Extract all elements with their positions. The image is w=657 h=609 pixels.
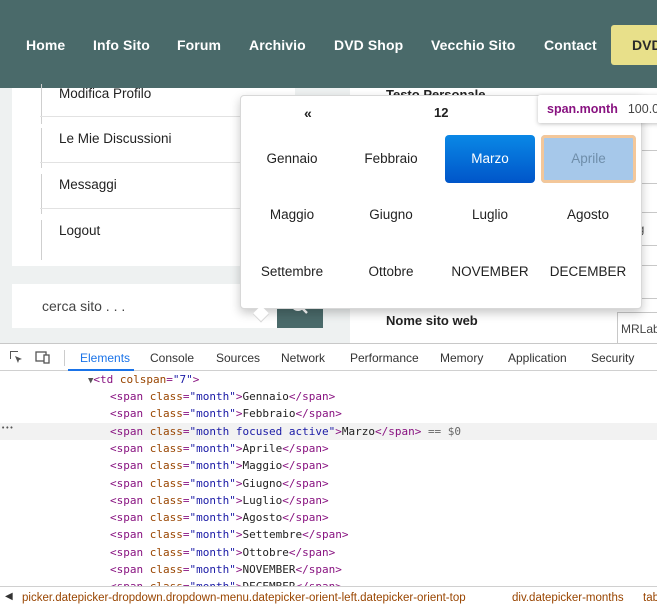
nav-archivio[interactable]: Archivio <box>249 37 306 53</box>
menu-label: Messaggi <box>59 177 117 192</box>
website-input[interactable]: MRLab <box>617 312 657 346</box>
month-giugno[interactable]: Giugno <box>346 191 436 239</box>
breadcrumb-datepicker[interactable]: picker.datepicker-dropdown.dropdown-menu… <box>22 592 466 604</box>
menu-label: Logout <box>59 223 101 238</box>
month-november[interactable]: NOVEMBER <box>445 248 535 296</box>
node-text: Febbraio <box>242 407 296 421</box>
node-text: Luglio <box>242 493 283 507</box>
tab-security[interactable]: Security <box>591 351 634 365</box>
month-december[interactable]: DECEMBER <box>543 248 633 296</box>
month-gennaio[interactable]: Gennaio <box>247 135 337 183</box>
dom-node-span[interactable]: <span class="month">Giugno</span> <box>0 475 657 492</box>
device-toggle-icon[interactable] <box>35 349 51 365</box>
month-aprile[interactable]: Aprile <box>541 135 636 183</box>
nav-dvd-button[interactable]: DVD <box>611 25 657 65</box>
class-value: "month" <box>189 511 236 525</box>
selected-node-note: == $0 <box>427 424 462 438</box>
dom-node-span[interactable]: <span class="month">Settembre</span> <box>0 526 657 543</box>
nav-info-sito[interactable]: Info Sito <box>93 37 150 53</box>
top-navbar: Home Info Sito Forum Archivio DVD Shop V… <box>0 0 657 88</box>
node-text: Ottobre <box>242 545 289 559</box>
month-settembre[interactable]: Settembre <box>247 248 337 296</box>
datepicker-switch[interactable]: 12 <box>434 105 448 120</box>
breadcrumb-datepicker-months[interactable]: div.datepicker-months <box>512 592 624 604</box>
menu-label: Modifica Profilo <box>59 86 152 101</box>
dom-node-span[interactable]: <span class="month">Agosto</span> <box>0 509 657 526</box>
node-text: Marzo <box>341 424 375 438</box>
devtools-toolbar: Elements Console Sources Network Perform… <box>0 343 657 371</box>
dom-node-td[interactable]: ▼<td colspan="7"> <box>0 371 657 388</box>
class-value: "month" <box>189 545 236 559</box>
menu-item-modifica-profilo[interactable]: Modifica Profilo <box>41 84 151 124</box>
class-value: "month" <box>189 493 236 507</box>
toolbar-separator <box>64 350 65 366</box>
class-value: "month" <box>189 476 236 490</box>
menu-item-logout[interactable]: Logout <box>41 220 100 260</box>
inspect-element-icon[interactable] <box>8 349 24 365</box>
elements-tree[interactable]: ▼<td colspan="7"> <span class="month">Ge… <box>0 371 657 586</box>
search-input[interactable]: cerca sito . . . <box>42 298 125 314</box>
tab-elements[interactable]: Elements <box>80 351 130 365</box>
tab-application[interactable]: Application <box>508 351 567 365</box>
month-marzo[interactable]: Marzo <box>445 135 535 183</box>
breadcrumb-scroll-left-icon[interactable]: ◀ <box>5 591 13 602</box>
node-menu-icon[interactable]: ••• <box>1 420 14 437</box>
nav-dvd-shop[interactable]: DVD Shop <box>334 37 403 53</box>
datepicker-dropdown: « 12 Gennaio Febbraio Marzo Aprile Maggi… <box>240 95 642 323</box>
class-value: "month" <box>189 459 236 473</box>
node-text: Aprile <box>242 441 283 455</box>
tooltip-size: 100.0 <box>627 102 657 116</box>
tab-performance[interactable]: Performance <box>350 351 419 365</box>
node-text: Agosto <box>242 511 283 525</box>
class-value: "month" <box>189 407 236 421</box>
dom-node-span[interactable]: <span class="month focused active">Marzo… <box>0 420 657 440</box>
dom-node-span[interactable]: <span class="month">Gennaio</span> <box>0 388 657 405</box>
node-text: NOVEMBER <box>242 563 296 576</box>
nav-contact[interactable]: Contact <box>544 37 597 53</box>
dom-node-span[interactable]: <span class="month">DECEMBER</span> <box>0 578 657 586</box>
dom-node-span[interactable]: <span class="month">Ottobre</span> <box>0 544 657 561</box>
tab-memory[interactable]: Memory <box>440 351 483 365</box>
month-ottobre[interactable]: Ottobre <box>346 248 436 296</box>
class-value: "month" <box>189 390 236 403</box>
dom-node-span[interactable]: <span class="month">Aprile</span> <box>0 440 657 457</box>
td-tag: td <box>100 373 114 386</box>
dom-node-span[interactable]: <span class="month">NOVEMBER</span> <box>0 561 657 578</box>
dom-node-span[interactable]: <span class="month">Luglio</span> <box>0 492 657 509</box>
td-attr-value: "7" <box>172 373 193 386</box>
td-attr-name: colspan <box>119 373 167 386</box>
inspect-tooltip: span.month 100.0 <box>538 95 657 123</box>
nav-forum[interactable]: Forum <box>177 37 221 53</box>
breadcrumb-table[interactable]: tab <box>643 592 657 604</box>
dom-node-span[interactable]: <span class="month">Febbraio</span> <box>0 405 657 422</box>
class-value: "month" <box>189 441 236 455</box>
search-field[interactable]: cerca sito . . . <box>12 284 277 328</box>
tab-console[interactable]: Console <box>150 351 194 365</box>
month-luglio[interactable]: Luglio <box>445 191 535 239</box>
month-maggio[interactable]: Maggio <box>247 191 337 239</box>
month-agosto[interactable]: Agosto <box>543 191 633 239</box>
datepicker-prev[interactable]: « <box>304 105 312 121</box>
month-febbraio[interactable]: Febbraio <box>346 135 436 183</box>
nav-home[interactable]: Home <box>26 37 65 53</box>
menu-label: Le Mie Discussioni <box>59 131 172 146</box>
class-value: "month focused active" <box>189 424 336 438</box>
tooltip-tag: span.month <box>547 102 618 116</box>
nav-vecchio-sito[interactable]: Vecchio Sito <box>431 37 515 53</box>
tab-network[interactable]: Network <box>281 351 325 365</box>
node-text: Settembre <box>242 528 303 542</box>
class-value: "month" <box>189 563 236 576</box>
devtools-breadcrumb: ◀ picker.datepicker-dropdown.dropdown-me… <box>0 586 657 609</box>
dom-node-span[interactable]: <span class="month">Maggio</span> <box>0 457 657 474</box>
class-value: "month" <box>189 528 236 542</box>
node-text: Maggio <box>242 459 283 473</box>
label-nome-sito-web: Nome sito web <box>386 313 478 328</box>
page: Home Info Sito Forum Archivio DVD Shop V… <box>0 0 657 609</box>
expand-arrow-icon[interactable]: ▼ <box>0 376 93 386</box>
node-text: Gennaio <box>242 390 289 403</box>
node-text: Giugno <box>242 476 283 490</box>
tab-sources[interactable]: Sources <box>216 351 260 365</box>
